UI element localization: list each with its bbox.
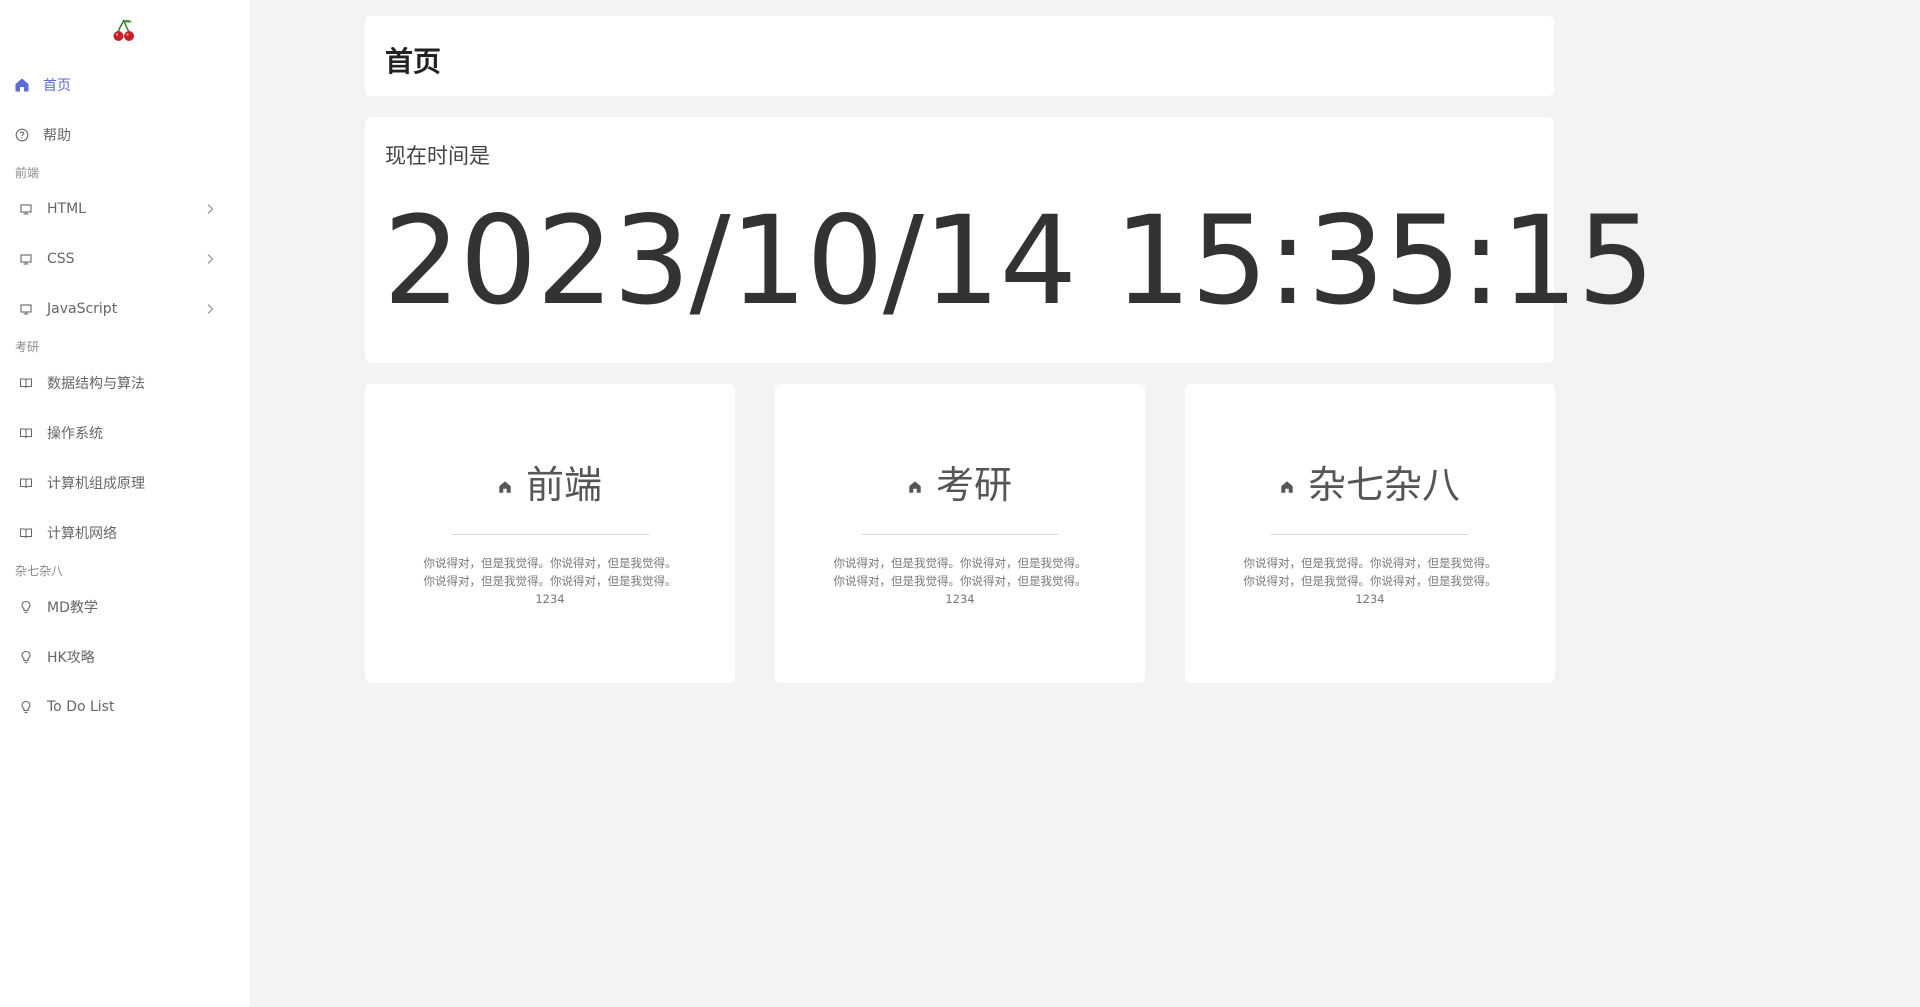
category-description: 你说得对，但是我觉得。你说得对，但是我觉得。你说得对，但是我觉得。你说得对，但是… (1243, 556, 1497, 606)
category-card-kaoyan[interactable]: 考研 你说得对，但是我觉得。你说得对，但是我觉得。你说得对，但是我觉得。你说得对… (775, 384, 1145, 683)
home-icon (499, 481, 511, 493)
sidebar-item-help[interactable]: 帮助 (0, 115, 250, 155)
category-title: 考研 (935, 463, 1012, 507)
divider (451, 534, 649, 535)
sidebar-item-operating-systems[interactable]: 操作系统 (0, 413, 250, 453)
sidebar-item-computer-networks[interactable]: 计算机网络 (0, 513, 250, 553)
sidebar-item-label: CSS (47, 251, 75, 267)
cherry-logo[interactable] (111, 18, 137, 44)
category-header: 考研 (775, 462, 1145, 508)
sidebar-group-title: 前端 (15, 166, 40, 180)
clock-value: 2023/10/14 15:35:15 (383, 190, 1655, 332)
sidebar-item-home[interactable]: 首页 (0, 65, 250, 105)
page-title: 首页 (385, 45, 442, 78)
question-circle-icon (14, 127, 30, 143)
sidebar-item-label: JavaScript (47, 301, 118, 317)
category-description: 你说得对，但是我觉得。你说得对，但是我觉得。你说得对，但是我觉得。你说得对，但是… (833, 556, 1087, 606)
bulb-icon (18, 599, 34, 615)
chevron-right-icon (207, 304, 214, 314)
category-description: 你说得对，但是我觉得。你说得对，但是我觉得。你说得对，但是我觉得。你说得对，但是… (423, 556, 677, 606)
sidebar-group-title: 考研 (15, 340, 40, 354)
monitor-icon (18, 301, 34, 317)
clock-label: 现在时间是 (385, 144, 490, 168)
home-icon (14, 77, 30, 93)
sidebar-item-label: 数据结构与算法 (47, 376, 145, 392)
monitor-icon (18, 251, 34, 267)
monitor-icon (18, 201, 34, 217)
sidebar-item-css[interactable]: CSS (0, 239, 250, 279)
sidebar-item-label: MD教学 (47, 600, 98, 616)
sidebar-item-label: 帮助 (43, 128, 71, 144)
sidebar-item-label: To Do List (47, 699, 115, 715)
sidebar-item-label: 首页 (43, 78, 71, 94)
sidebar-item-md-tutorial[interactable]: MD教学 (0, 587, 250, 627)
book-icon (18, 525, 34, 541)
sidebar-group-title: 杂七杂八 (15, 564, 64, 578)
sidebar-item-html[interactable]: HTML (0, 189, 250, 229)
sidebar-item-hk-guide[interactable]: HK攻略 (0, 637, 250, 677)
book-icon (18, 425, 34, 441)
home-icon (1281, 481, 1293, 493)
bulb-icon (18, 649, 34, 665)
chevron-right-icon (207, 204, 214, 214)
sidebar-item-data-structures[interactable]: 数据结构与算法 (0, 363, 250, 403)
page-header (365, 16, 1554, 96)
sidebar-item-computer-organization[interactable]: 计算机组成原理 (0, 463, 250, 503)
category-title: 前端 (525, 463, 602, 507)
chevron-right-icon (207, 254, 214, 264)
category-header: 前端 (365, 462, 735, 508)
category-title: 杂七杂八 (1307, 463, 1460, 507)
sidebar-item-label: HTML (47, 201, 86, 217)
home-icon (909, 481, 921, 493)
category-card-frontend[interactable]: 前端 你说得对，但是我觉得。你说得对，但是我觉得。你说得对，但是我觉得。你说得对… (365, 384, 735, 683)
sidebar-item-label: 操作系统 (47, 426, 103, 442)
book-icon (18, 475, 34, 491)
book-icon (18, 375, 34, 391)
sidebar-item-javascript[interactable]: JavaScript (0, 289, 250, 329)
divider (861, 534, 1059, 535)
category-card-misc[interactable]: 杂七杂八 你说得对，但是我觉得。你说得对，但是我觉得。你说得对，但是我觉得。你说… (1185, 384, 1555, 683)
bulb-icon (18, 699, 34, 715)
sidebar: 首页 帮助 前端 HTML CSS JavaScript 考研 数据结构与算法 … (0, 0, 250, 1007)
sidebar-item-label: 计算机组成原理 (47, 476, 145, 492)
sidebar-item-label: 计算机网络 (47, 526, 117, 542)
sidebar-item-label: HK攻略 (47, 650, 95, 666)
sidebar-item-todo-list[interactable]: To Do List (0, 687, 250, 727)
category-header: 杂七杂八 (1185, 462, 1555, 508)
divider (1271, 534, 1469, 535)
